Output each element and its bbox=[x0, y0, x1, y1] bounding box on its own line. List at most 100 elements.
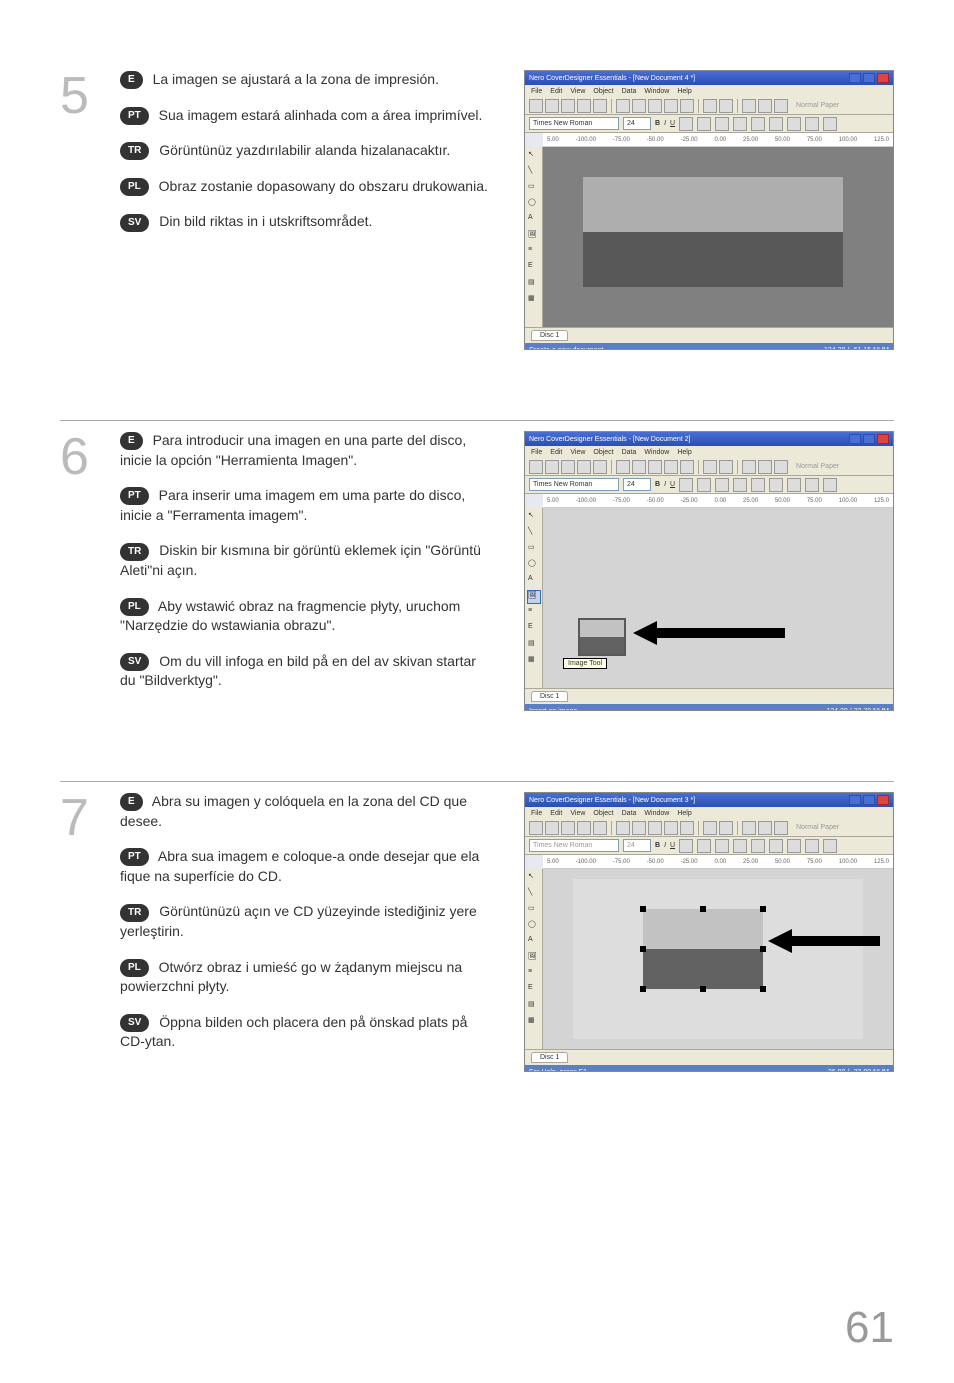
image-tool-icon[interactable]: 🖼 bbox=[527, 590, 541, 604]
grid-icon[interactable] bbox=[805, 839, 819, 853]
bold-icon[interactable]: B bbox=[655, 481, 660, 488]
maximize-button[interactable] bbox=[863, 434, 875, 444]
italic-icon[interactable]: I bbox=[664, 120, 666, 127]
resize-handle[interactable] bbox=[760, 946, 766, 952]
menu-view[interactable]: View bbox=[570, 88, 585, 95]
line-tool-icon[interactable]: ╲ bbox=[527, 887, 541, 901]
color-icon[interactable] bbox=[679, 478, 693, 492]
italic-icon[interactable]: I bbox=[664, 842, 666, 849]
menu-data[interactable]: Data bbox=[622, 449, 637, 456]
menu-help[interactable]: Help bbox=[677, 449, 691, 456]
pointer-tool-icon[interactable]: ↖ bbox=[527, 510, 541, 524]
underline-icon[interactable]: U bbox=[670, 842, 675, 849]
menu-help[interactable]: Help bbox=[677, 810, 691, 817]
dup-icon[interactable] bbox=[680, 460, 694, 474]
resize-handle[interactable] bbox=[700, 986, 706, 992]
help-icon[interactable] bbox=[742, 460, 756, 474]
open-icon[interactable] bbox=[545, 460, 559, 474]
resize-handle[interactable] bbox=[760, 906, 766, 912]
track-tool-icon[interactable]: ▤ bbox=[527, 999, 541, 1013]
brush-icon[interactable] bbox=[697, 117, 711, 131]
print-icon[interactable] bbox=[577, 99, 591, 113]
maximize-button[interactable] bbox=[863, 795, 875, 805]
group-icon[interactable] bbox=[769, 478, 783, 492]
globe-icon[interactable] bbox=[593, 821, 607, 835]
menu-window[interactable]: Window bbox=[644, 810, 669, 817]
group-icon[interactable] bbox=[769, 117, 783, 131]
undo-icon[interactable] bbox=[703, 99, 717, 113]
menu-file[interactable]: File bbox=[531, 810, 542, 817]
front-icon[interactable] bbox=[733, 839, 747, 853]
wizard-icon[interactable] bbox=[774, 821, 788, 835]
size-select[interactable]: 24 bbox=[623, 478, 651, 491]
dup-icon[interactable] bbox=[680, 99, 694, 113]
rect-tool-icon[interactable]: ▭ bbox=[527, 181, 541, 195]
menu-object[interactable]: Object bbox=[593, 88, 613, 95]
grid-tool-icon[interactable]: ▦ bbox=[527, 293, 541, 307]
cut-icon[interactable] bbox=[616, 821, 630, 835]
minimize-button[interactable] bbox=[849, 73, 861, 83]
pointer-tool-icon[interactable]: ↖ bbox=[527, 871, 541, 885]
redo-icon[interactable] bbox=[719, 460, 733, 474]
underline-icon[interactable]: U bbox=[670, 120, 675, 127]
undo-icon[interactable] bbox=[703, 821, 717, 835]
menu-file[interactable]: File bbox=[531, 88, 542, 95]
globe-icon[interactable] bbox=[593, 460, 607, 474]
font-select[interactable]: Times New Roman bbox=[529, 117, 619, 130]
brush-icon[interactable] bbox=[697, 478, 711, 492]
line-tool-icon[interactable]: ╲ bbox=[527, 526, 541, 540]
ungroup-icon[interactable] bbox=[787, 839, 801, 853]
tab-disc1[interactable]: Disc 1 bbox=[531, 330, 568, 341]
menu-data[interactable]: Data bbox=[622, 88, 637, 95]
minimize-button[interactable] bbox=[849, 795, 861, 805]
snap-icon[interactable] bbox=[823, 839, 837, 853]
front-icon[interactable] bbox=[733, 117, 747, 131]
new-icon[interactable] bbox=[529, 99, 543, 113]
redo-icon[interactable] bbox=[719, 99, 733, 113]
front-icon[interactable] bbox=[733, 478, 747, 492]
snap-icon[interactable] bbox=[823, 117, 837, 131]
grid-tool-icon[interactable]: ▦ bbox=[527, 1015, 541, 1029]
open-icon[interactable] bbox=[545, 821, 559, 835]
pointer-tool-icon[interactable]: ↖ bbox=[527, 149, 541, 163]
italic-icon[interactable]: I bbox=[664, 481, 666, 488]
props-icon[interactable] bbox=[758, 99, 772, 113]
title-bar[interactable]: Nero CoverDesigner Essentials - [New Doc… bbox=[525, 71, 893, 85]
redo-icon[interactable] bbox=[719, 821, 733, 835]
canvas[interactable] bbox=[543, 869, 893, 1049]
maximize-button[interactable] bbox=[863, 73, 875, 83]
tab-disc1[interactable]: Disc 1 bbox=[531, 691, 568, 702]
menu-edit[interactable]: Edit bbox=[550, 88, 562, 95]
new-icon[interactable] bbox=[529, 821, 543, 835]
paste-icon[interactable] bbox=[648, 821, 662, 835]
menu-window[interactable]: Window bbox=[644, 88, 669, 95]
text-tool-icon[interactable]: A bbox=[527, 935, 541, 949]
close-button[interactable] bbox=[877, 73, 889, 83]
group-icon[interactable] bbox=[769, 839, 783, 853]
paste-icon[interactable] bbox=[648, 99, 662, 113]
field-tool-icon[interactable]: E bbox=[527, 983, 541, 997]
menu-window[interactable]: Window bbox=[644, 449, 669, 456]
grid-icon[interactable] bbox=[805, 478, 819, 492]
paste-icon[interactable] bbox=[648, 460, 662, 474]
grid-icon[interactable] bbox=[805, 117, 819, 131]
track-tool-icon[interactable]: ▤ bbox=[527, 277, 541, 291]
copy-icon[interactable] bbox=[632, 821, 646, 835]
wizard-icon[interactable] bbox=[774, 99, 788, 113]
resize-handle[interactable] bbox=[700, 906, 706, 912]
menu-object[interactable]: Object bbox=[593, 810, 613, 817]
props-icon[interactable] bbox=[758, 821, 772, 835]
list-tool-icon[interactable]: ≡ bbox=[527, 606, 541, 620]
line-tool-icon[interactable]: ╲ bbox=[527, 165, 541, 179]
image-tool-icon[interactable]: 🖼 bbox=[527, 229, 541, 243]
menu-edit[interactable]: Edit bbox=[550, 810, 562, 817]
field-tool-icon[interactable]: E bbox=[527, 622, 541, 636]
menu-view[interactable]: View bbox=[570, 449, 585, 456]
font-select[interactable]: Times New Roman bbox=[529, 839, 619, 852]
minimize-button[interactable] bbox=[849, 434, 861, 444]
size-select[interactable]: 24 bbox=[623, 117, 651, 130]
align-icon[interactable] bbox=[715, 478, 729, 492]
brush-icon[interactable] bbox=[697, 839, 711, 853]
close-button[interactable] bbox=[877, 434, 889, 444]
help-icon[interactable] bbox=[742, 99, 756, 113]
